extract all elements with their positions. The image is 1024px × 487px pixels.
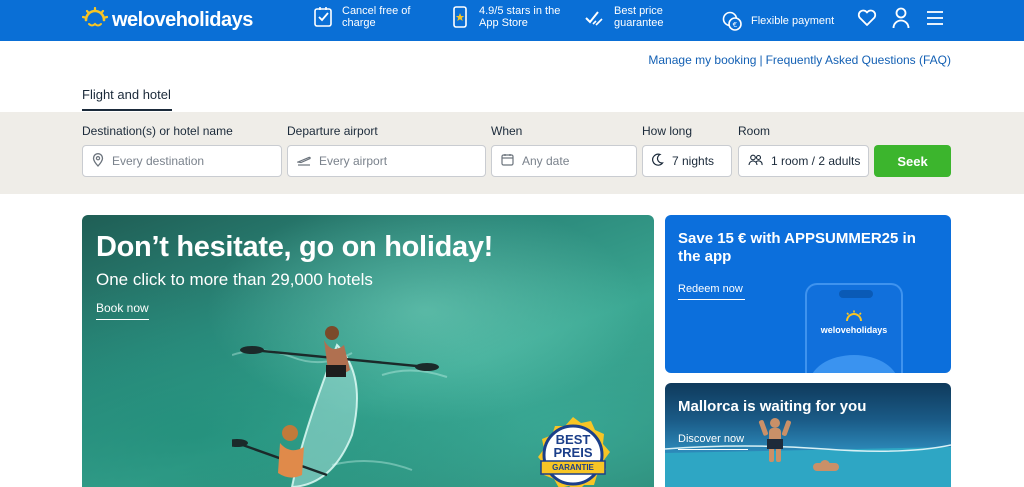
- departure-field: Departure airport Every airport: [287, 124, 486, 177]
- room-field: Room 1 room / 2 adults: [738, 124, 869, 177]
- redeem-now-link[interactable]: Redeem now: [678, 283, 745, 300]
- departure-label: Departure airport: [287, 124, 378, 138]
- location-pin-icon: [92, 152, 104, 170]
- faq-link[interactable]: Frequently Asked Questions (FAQ): [766, 53, 951, 67]
- phone-circle-decor: [809, 355, 899, 373]
- departure-placeholder: Every airport: [319, 154, 388, 168]
- badge-line2: PREIS: [553, 445, 593, 460]
- link-separator: |: [759, 53, 763, 67]
- hero-title: Don’t hesitate, go on holiday!: [96, 231, 494, 263]
- coins-icon: €: [721, 9, 743, 33]
- phone-notch: [839, 290, 873, 298]
- sun-logo-icon: [81, 6, 109, 34]
- hero-banner[interactable]: Don’t hesitate, go on holiday! One click…: [82, 215, 654, 487]
- room-value: 1 room / 2 adults: [771, 154, 861, 168]
- thumbs-up-icon: [584, 5, 606, 29]
- departure-input[interactable]: Every airport: [287, 145, 486, 177]
- calendar-icon: [501, 153, 514, 169]
- destination-input[interactable]: Every destination: [82, 145, 282, 177]
- phone-star-icon: [449, 5, 471, 29]
- hero-subtitle: One click to more than 29,000 hotels: [96, 270, 373, 289]
- feature-price-text: Best price guarantee: [614, 5, 664, 29]
- phone-mockup: weloveholidays: [805, 283, 903, 373]
- feature-cancel-text: Cancel free of charge: [342, 5, 411, 29]
- discover-now-link[interactable]: Discover now: [678, 433, 748, 450]
- room-label: Room: [738, 124, 771, 138]
- heart-icon[interactable]: [856, 6, 878, 30]
- how-long-label: How long: [642, 124, 693, 138]
- badge-line3: GARANTIE: [552, 463, 594, 472]
- when-input[interactable]: Any date: [491, 145, 637, 177]
- moon-icon: [652, 153, 664, 169]
- destination-placeholder: Every destination: [112, 154, 205, 168]
- plane-takeoff-icon: [295, 154, 311, 169]
- mallorca-promo-card[interactable]: Mallorca is waiting for you Discover now: [665, 383, 951, 487]
- app-promo-title: Save 15 € with APPSUMMER25 in the app: [678, 230, 916, 265]
- room-input[interactable]: 1 room / 2 adults: [738, 145, 869, 177]
- svg-text:€: €: [733, 21, 737, 29]
- checkbox-icon: [312, 5, 334, 29]
- when-field: When Any date: [491, 124, 637, 177]
- people-icon: [748, 154, 763, 169]
- phone-logo-text: weloveholidays: [820, 325, 888, 335]
- tab-flight-and-hotel[interactable]: Flight and hotel: [82, 87, 172, 111]
- destination-label: Destination(s) or hotel name: [82, 124, 233, 138]
- top-links: Manage my booking | Frequently Asked Quest…: [648, 53, 951, 67]
- feature-cancel-free: Cancel free of charge: [312, 5, 432, 29]
- mallorca-title: Mallorca is waiting for you: [678, 398, 867, 415]
- feature-flexible-payment: € Flexible payment: [721, 9, 834, 33]
- top-bar: weloveholidays Cancel free of charge 4.9…: [0, 0, 1024, 41]
- feature-app-rating: 4.9/5 stars in the App Store: [449, 5, 569, 29]
- feature-app-text: 4.9/5 stars in the App Store: [479, 5, 561, 29]
- book-now-link[interactable]: Book now: [96, 301, 149, 320]
- kayak-illustration: [232, 326, 448, 487]
- feature-best-price: Best price guarantee: [584, 5, 704, 29]
- manage-booking-link[interactable]: Manage my booking: [648, 53, 756, 67]
- destination-field: Destination(s) or hotel name Every desti…: [82, 124, 282, 177]
- how-long-value: 7 nights: [672, 154, 715, 168]
- seek-button[interactable]: Seek: [874, 145, 951, 177]
- logo[interactable]: weloveholidays: [81, 6, 253, 34]
- how-long-field: How long 7 nights: [642, 124, 732, 177]
- header-actions: [856, 6, 946, 30]
- best-price-badge: BEST PREIS GARANTIE: [532, 415, 614, 487]
- when-label: When: [491, 124, 523, 138]
- app-promo-card[interactable]: Save 15 € with APPSUMMER25 in the app Re…: [665, 215, 951, 373]
- menu-icon[interactable]: [924, 6, 946, 30]
- logo-text: weloveholidays: [112, 8, 253, 31]
- when-placeholder: Any date: [522, 154, 570, 168]
- feature-payment-text: Flexible payment: [751, 15, 835, 27]
- how-long-input[interactable]: 7 nights: [642, 145, 732, 177]
- user-icon[interactable]: [890, 6, 912, 30]
